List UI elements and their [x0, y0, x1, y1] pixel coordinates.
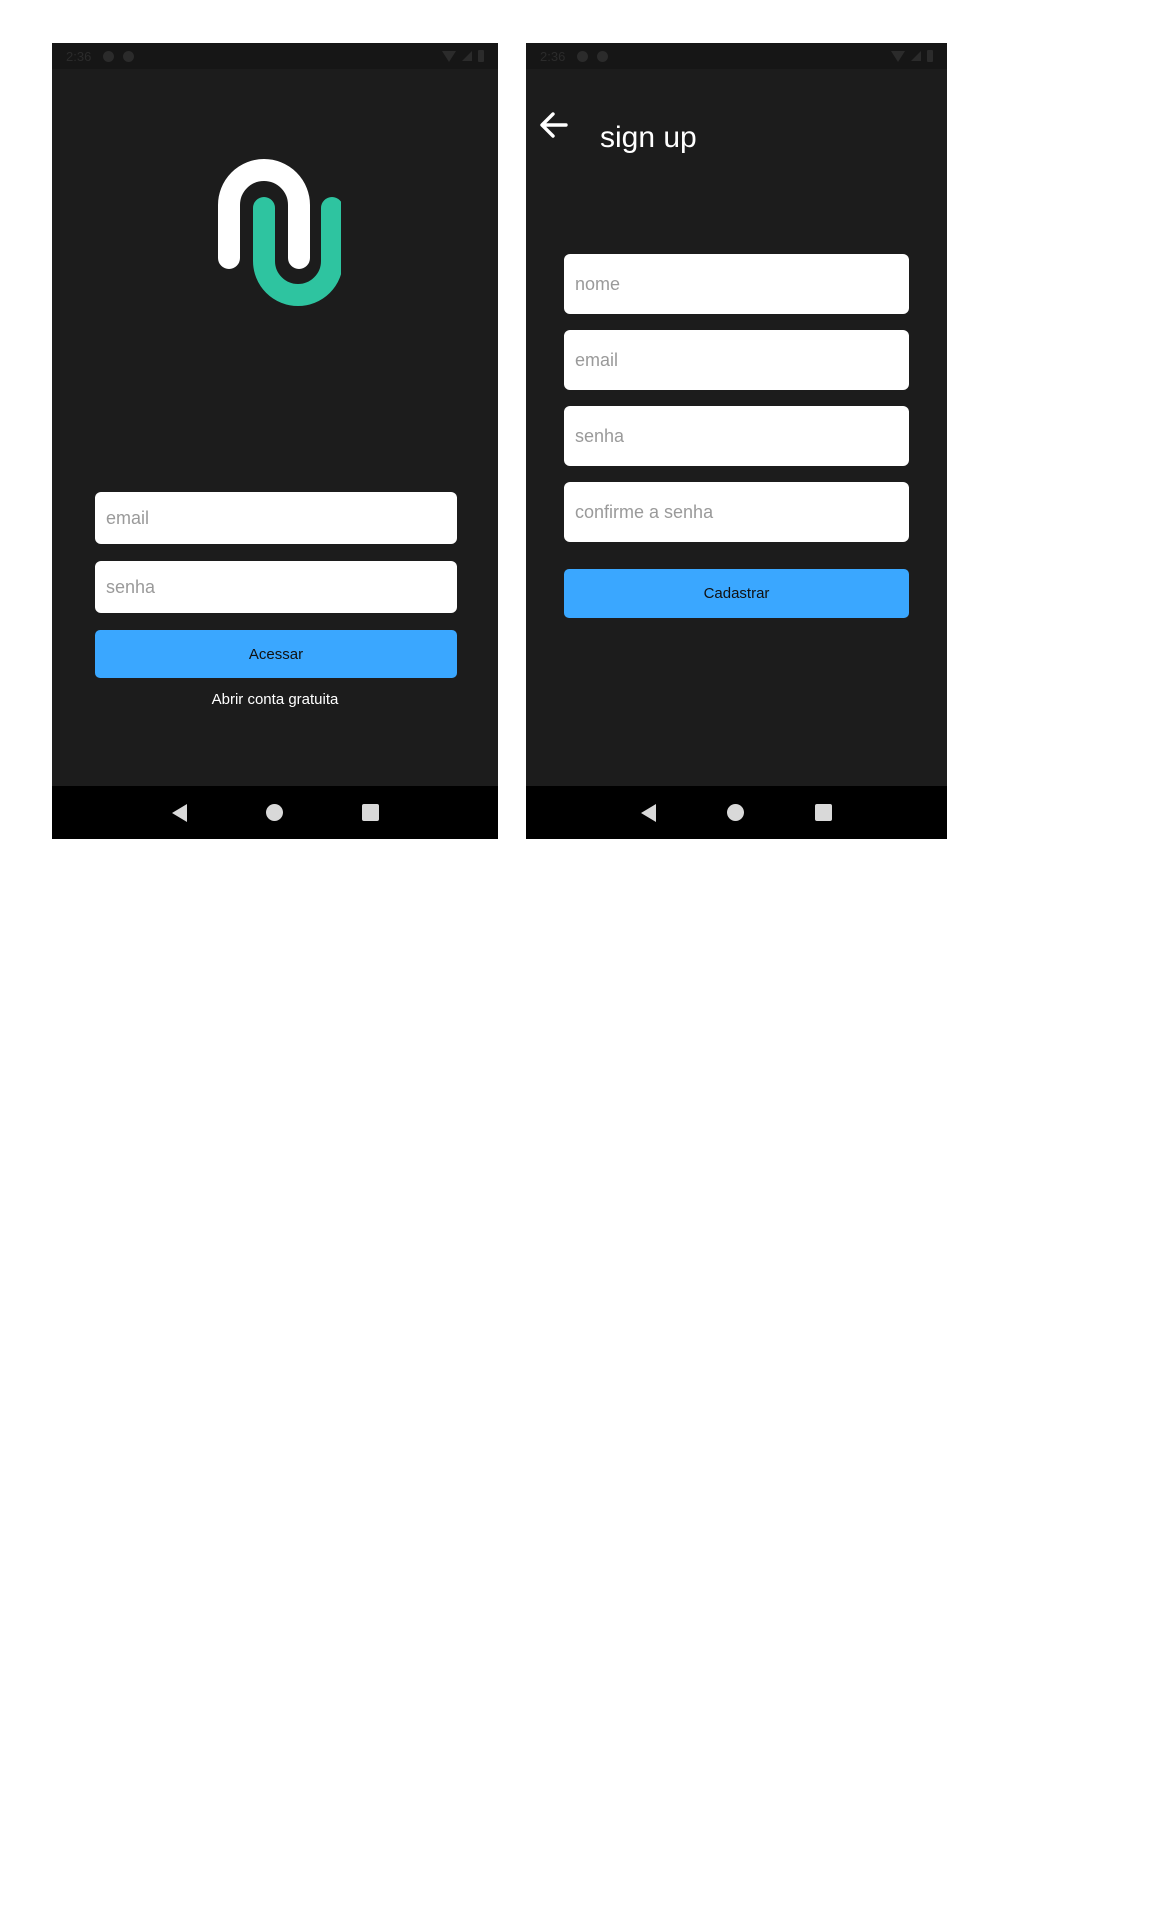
cell-signal-icon	[911, 51, 921, 61]
email-input[interactable]	[575, 349, 898, 371]
status-icons	[891, 50, 933, 62]
nav-home-icon[interactable]	[726, 804, 744, 821]
screenshot-canvas: 2:36 Acessar Abrir conta gratuita	[0, 0, 1162, 1920]
nav-back-icon[interactable]	[641, 803, 657, 822]
email-input[interactable]	[106, 507, 446, 529]
login-button-label: Acessar	[248, 645, 304, 663]
signup-screen: 2:36 sign up Cadastrar	[526, 43, 947, 839]
status-icons	[442, 50, 484, 62]
settings-status-icon	[103, 50, 115, 62]
wifi-icon	[442, 50, 456, 62]
nav-back-icon[interactable]	[171, 803, 187, 822]
password-field[interactable]	[564, 406, 909, 466]
name-input[interactable]	[575, 273, 898, 295]
navigation-bar	[526, 786, 947, 839]
nu-logo	[218, 159, 341, 306]
wifi-icon	[891, 50, 905, 62]
login-button[interactable]: Acessar	[95, 630, 457, 678]
status-bar: 2:36	[52, 43, 498, 69]
page-title: sign up	[600, 121, 697, 154]
signup-button[interactable]: Cadastrar	[564, 569, 909, 618]
status-bar: 2:36	[526, 43, 947, 69]
login-screen: 2:36 Acessar Abrir conta gratuita	[52, 43, 498, 839]
battery-icon	[478, 50, 484, 62]
signup-button-label: Cadastrar	[703, 585, 770, 602]
navigation-bar	[52, 786, 498, 839]
accessibility-status-icon	[597, 50, 609, 62]
cell-signal-icon	[462, 51, 472, 61]
password-input[interactable]	[575, 425, 898, 447]
status-time: 2:36	[540, 48, 566, 64]
email-field[interactable]	[564, 330, 909, 390]
arrow-left-icon[interactable]	[538, 109, 570, 141]
nav-recent-icon[interactable]	[814, 804, 832, 821]
confirm-password-field[interactable]	[564, 482, 909, 542]
nav-recent-icon[interactable]	[361, 804, 379, 821]
password-input[interactable]	[106, 576, 446, 598]
accessibility-status-icon	[123, 50, 135, 62]
status-time: 2:36	[66, 48, 92, 64]
name-field[interactable]	[564, 254, 909, 314]
settings-status-icon	[577, 50, 589, 62]
battery-icon	[927, 50, 933, 62]
create-account-link[interactable]: Abrir conta gratuita	[52, 691, 498, 708]
confirm-password-input[interactable]	[575, 501, 898, 523]
nav-home-icon[interactable]	[265, 804, 283, 821]
password-field[interactable]	[95, 561, 457, 613]
email-field[interactable]	[95, 492, 457, 544]
